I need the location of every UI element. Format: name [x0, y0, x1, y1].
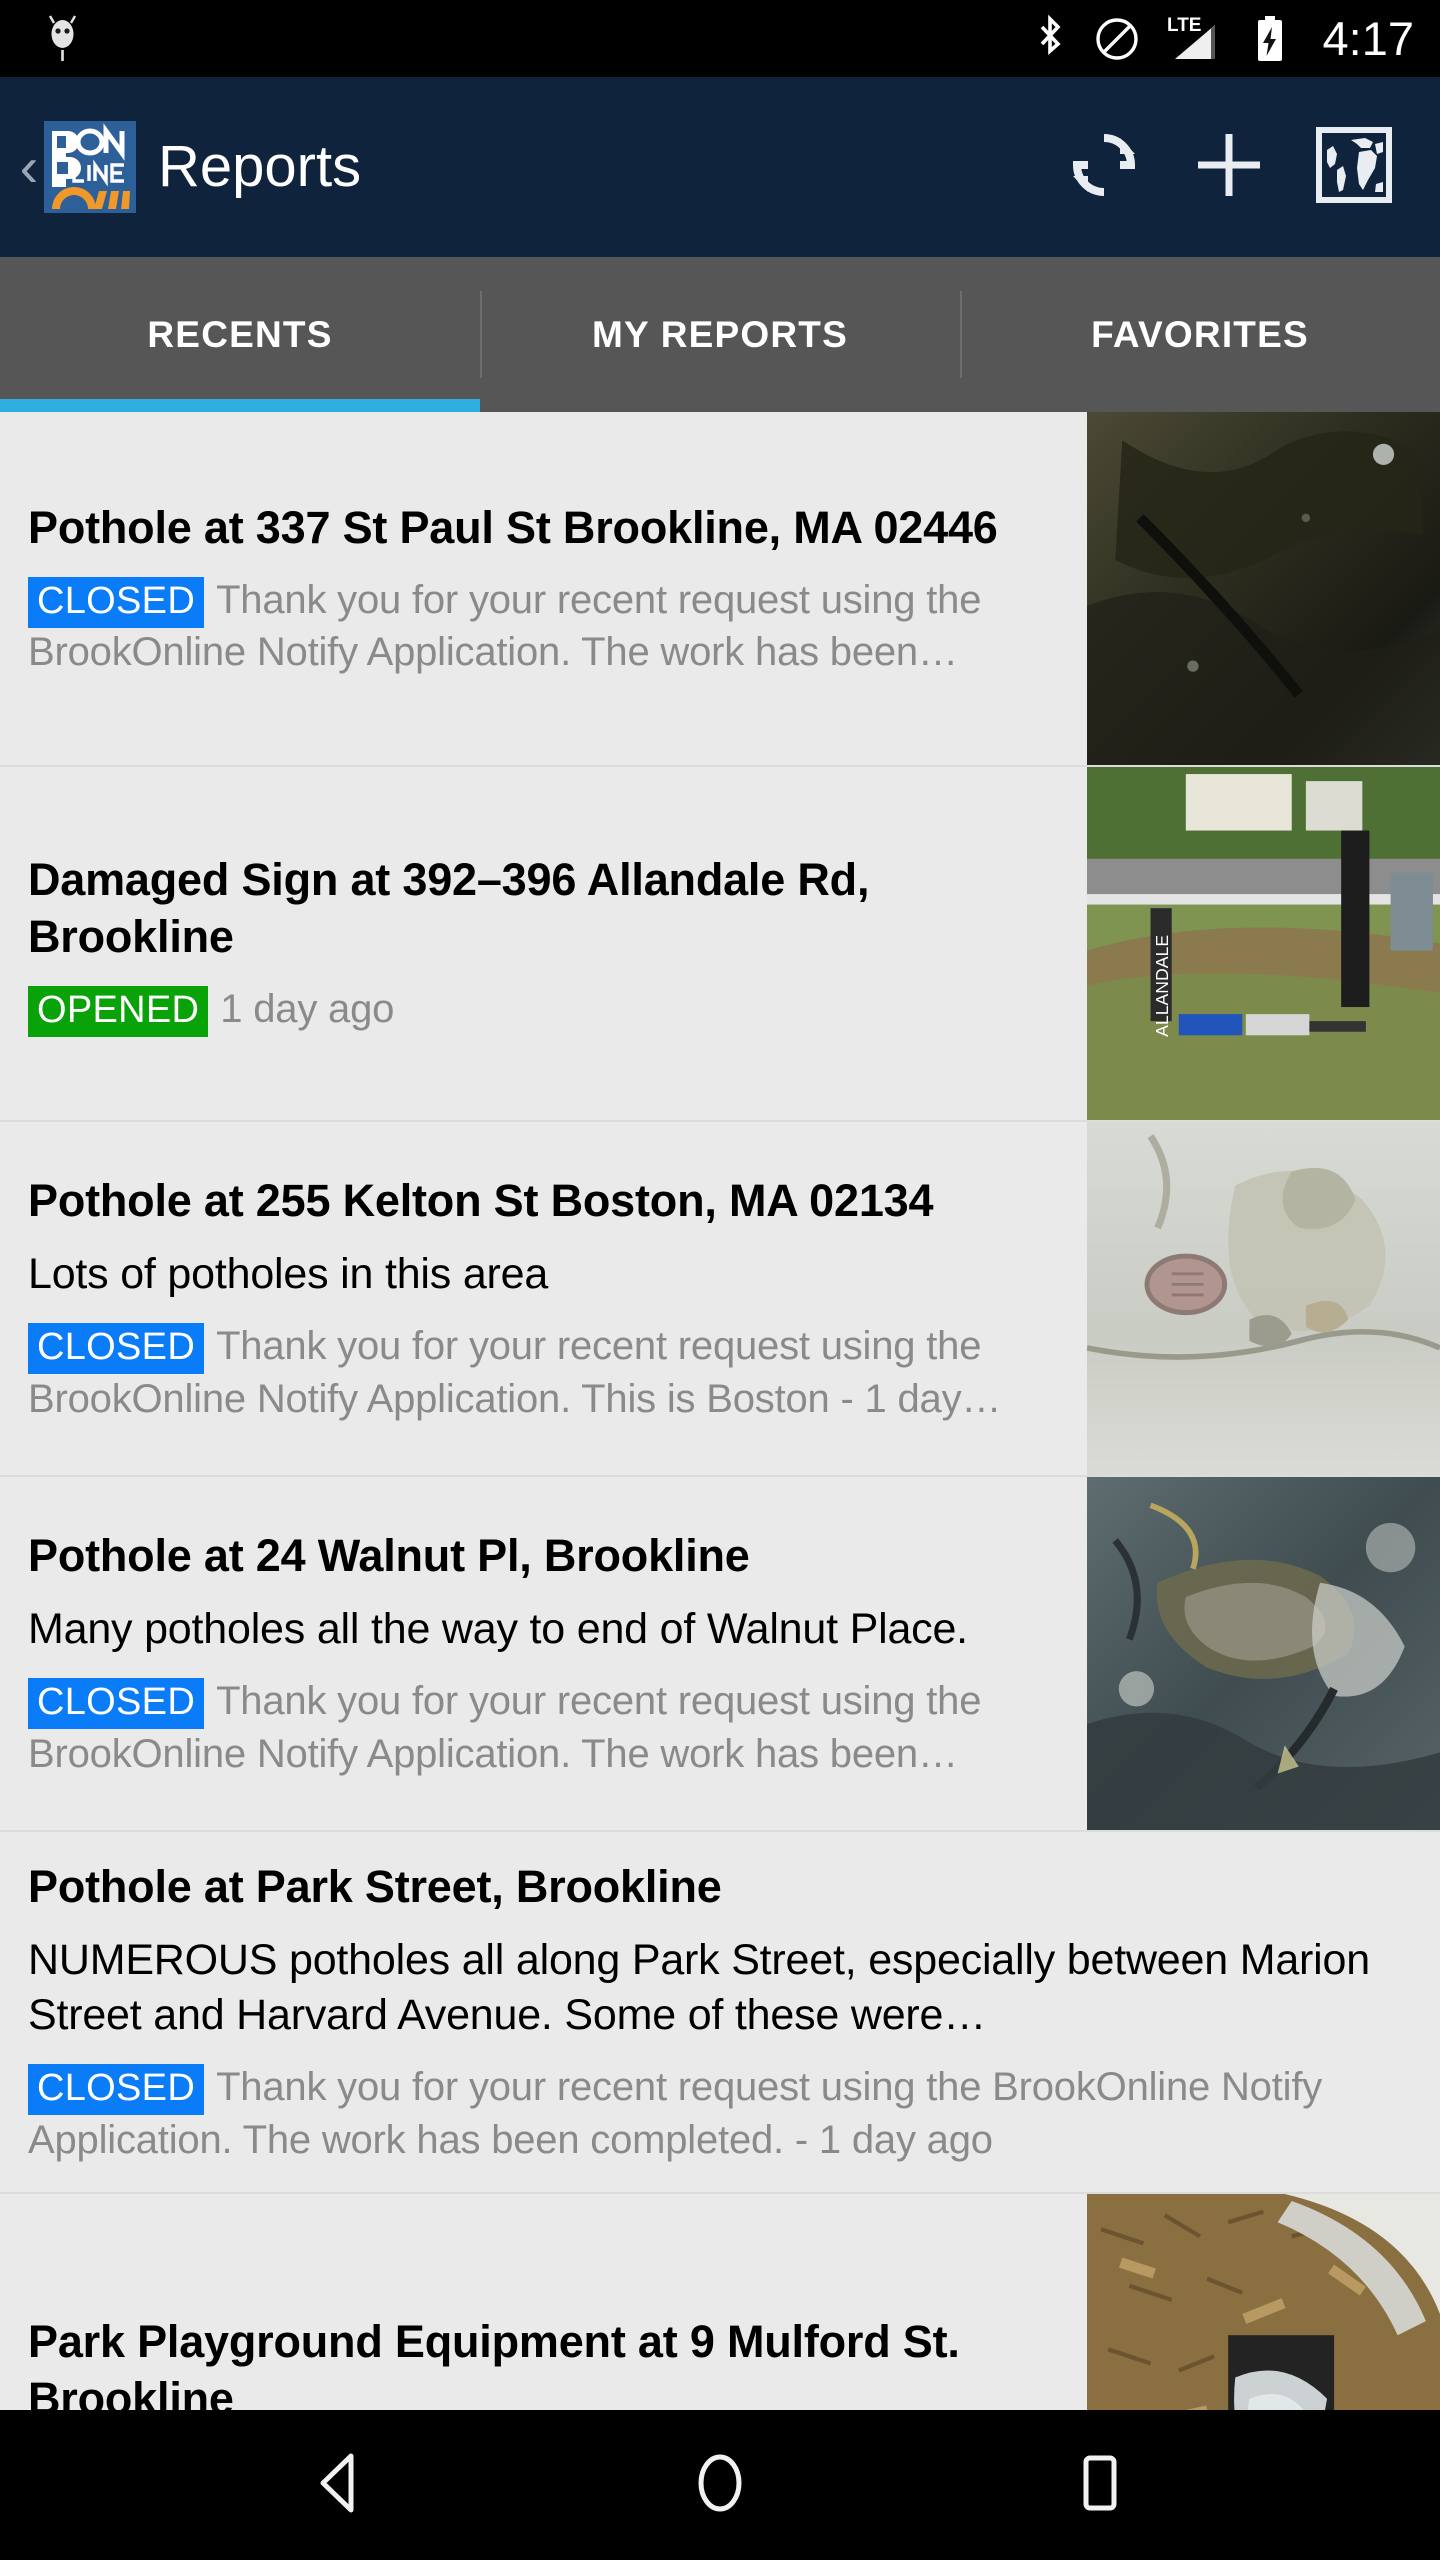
do-not-disturb-icon — [1093, 15, 1141, 63]
tab-favorites[interactable]: FAVORITES — [960, 257, 1440, 412]
status-badge: CLOSED — [28, 1323, 205, 1375]
report-list-item[interactable]: Pothole at 255 Kelton St Boston, MA 0213… — [0, 1122, 1440, 1477]
report-text-block: Pothole at 24 Walnut Pl, Brookline Many p… — [0, 1477, 1087, 1830]
status-message: Thank you for your recent request using … — [28, 2065, 1323, 2162]
report-status-line: CLOSED Thank you for your recent request … — [28, 1320, 1061, 1424]
report-title: Pothole at 337 St Paul St Brookline, MA … — [28, 501, 998, 553]
refresh-button[interactable] — [1041, 105, 1166, 230]
app-logo[interactable] — [44, 121, 136, 213]
circle-home-icon — [683, 2446, 757, 2525]
report-status-line: OPENED 1 day ago — [28, 983, 1061, 1038]
report-list-item[interactable]: Park Playground Equipment at 9 Mulford S… — [0, 2193, 1440, 2410]
report-title: Park Playground Equipment at 9 Mulford S… — [28, 2315, 960, 2410]
report-text-block: Park Playground Equipment at 9 Mulford S… — [0, 2194, 1087, 2410]
report-list-item[interactable]: Pothole at Park Street, Brookline NUMEROU… — [0, 1832, 1440, 2194]
report-title: Damaged Sign at 392–396 Allandale Rd, Br… — [28, 854, 870, 963]
status-badge: OPENED — [28, 986, 209, 1038]
report-thumbnail[interactable] — [1087, 412, 1440, 765]
report-status-line: CLOSED Thank you for your recent request … — [28, 2061, 1400, 2165]
action-bar: ‹ Reports — [0, 77, 1440, 257]
status-bar-clock: 4:17 — [1322, 12, 1414, 65]
nav-back-button[interactable] — [280, 2425, 400, 2545]
report-list-item[interactable]: Damaged Sign at 392–396 Allandale Rd, Br… — [0, 767, 1440, 1122]
status-badge: CLOSED — [28, 1678, 205, 1730]
report-status-line: CLOSED Thank you for your recent request … — [28, 1675, 1061, 1779]
bonline-logo-icon — [44, 121, 136, 213]
report-text-block: Damaged Sign at 392–396 Allandale Rd, Br… — [0, 767, 1087, 1120]
report-title: Pothole at Park Street, Brookline — [28, 1861, 722, 1912]
square-recents-icon — [1063, 2446, 1137, 2525]
report-list-item[interactable]: Pothole at 337 St Paul St Brookline, MA … — [0, 412, 1440, 767]
reports-list[interactable]: Pothole at 337 St Paul St Brookline, MA … — [0, 412, 1440, 2410]
triangle-back-icon — [303, 2446, 377, 2525]
status-bar-system-icons: LTE 4:17 — [1033, 13, 1414, 65]
report-description: Lots of potholes in this area — [28, 1250, 549, 1299]
report-title: Pothole at 24 Walnut Pl, Brookline — [28, 1530, 750, 1582]
report-text-block: Pothole at 337 St Paul St Brookline, MA … — [0, 412, 1087, 765]
report-text-block: Pothole at 255 Kelton St Boston, MA 0213… — [0, 1122, 1087, 1475]
active-tab-indicator — [0, 399, 480, 412]
world-map-icon — [1313, 124, 1395, 211]
action-bar-buttons — [1041, 105, 1416, 230]
back-chevron-icon[interactable]: ‹ — [10, 139, 48, 195]
android-notification-icon — [40, 13, 88, 65]
android-nav-bar — [0, 2410, 1440, 2560]
nav-recents-button[interactable] — [1040, 2425, 1160, 2545]
tab-my-reports[interactable]: MY REPORTS — [480, 257, 960, 412]
status-message: 1 day ago — [220, 987, 395, 1032]
report-description: Many potholes all the way to end of Waln… — [28, 1605, 968, 1654]
status-badge: CLOSED — [28, 2064, 205, 2116]
report-thumbnail[interactable] — [1087, 1122, 1440, 1475]
page-title: Reports — [158, 134, 362, 199]
nav-home-button[interactable] — [660, 2425, 780, 2545]
bluetooth-icon — [1033, 13, 1067, 65]
tab-my-reports-label: MY REPORTS — [592, 313, 848, 355]
svg-text:LTE: LTE — [1167, 15, 1201, 36]
status-badge: CLOSED — [28, 576, 205, 628]
svg-text:ALLANDALE: ALLANDALE — [1152, 935, 1172, 1037]
battery-charging-icon — [1253, 13, 1287, 65]
tab-bar: RECENTS MY REPORTS FAVORITES — [0, 257, 1440, 412]
add-report-button[interactable] — [1166, 105, 1291, 230]
tab-recents[interactable]: RECENTS — [0, 257, 480, 412]
android-screen: LTE 4:17 ‹ Reports RECENTS MY REPORTS FA… — [0, 0, 1440, 2560]
tab-favorites-label: FAVORITES — [1091, 313, 1309, 355]
report-thumbnail[interactable]: ALLANDALE — [1087, 767, 1440, 1120]
status-bar-notifications — [40, 13, 1033, 65]
report-thumbnail[interactable] — [1087, 1477, 1440, 1830]
map-view-button[interactable] — [1291, 105, 1416, 230]
report-list-item[interactable]: Pothole at 24 Walnut Pl, Brookline Many p… — [0, 1477, 1440, 1832]
plus-icon — [1186, 122, 1272, 213]
report-description: NUMEROUS potholes all along Park Street,… — [28, 1936, 1370, 2040]
lte-signal-icon: LTE — [1167, 13, 1227, 65]
report-title: Pothole at 255 Kelton St Boston, MA 0213… — [28, 1175, 934, 1227]
refresh-icon — [1063, 124, 1145, 211]
report-text-block: Pothole at Park Street, Brookline NUMEROU… — [0, 1832, 1440, 2192]
tab-recents-label: RECENTS — [147, 313, 333, 355]
report-thumbnail[interactable] — [1087, 2193, 1440, 2410]
status-bar: LTE 4:17 — [0, 0, 1440, 77]
report-status-line: CLOSED Thank you for your recent request … — [28, 574, 1061, 678]
